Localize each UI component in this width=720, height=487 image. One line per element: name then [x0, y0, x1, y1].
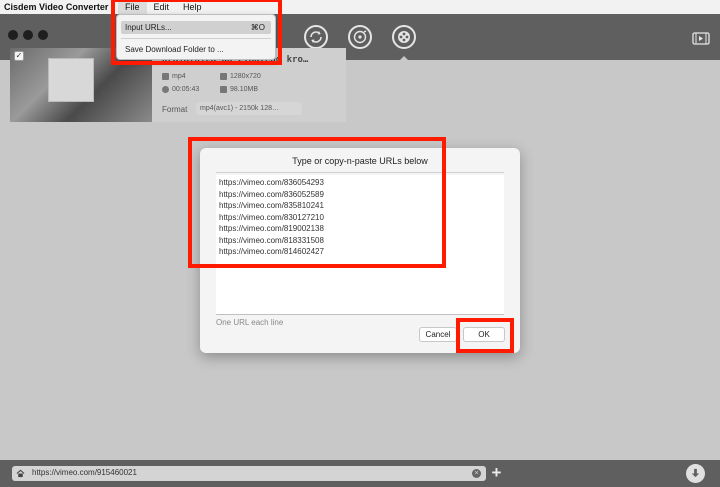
dialog-hint: One URL each line — [216, 318, 284, 327]
video-format: mp4 — [162, 73, 186, 80]
home-icon[interactable] — [16, 469, 25, 478]
app-name: Cisdem Video Converter — [4, 2, 109, 12]
format-select[interactable]: mp4(avc1) - 2150k 128… — [196, 102, 302, 115]
film-icon — [162, 73, 169, 80]
bottom-bar: https://vimeo.com/915460021 × + — [0, 460, 720, 487]
highlight-url-list — [188, 137, 446, 268]
select-checkbox[interactable]: ✓ — [14, 51, 24, 61]
url-text[interactable]: https://vimeo.com/915460021 — [32, 468, 137, 477]
resolution-icon — [220, 73, 227, 80]
active-tool-indicator — [400, 56, 408, 60]
highlight-ok-button — [456, 318, 514, 353]
video-resolution: 1280x720 — [220, 73, 261, 80]
video-duration: 00:05:43 — [162, 86, 199, 93]
download-size-icon — [220, 86, 227, 93]
arrow-down-icon — [691, 468, 700, 478]
rip-icon[interactable] — [348, 25, 372, 49]
convert-icon[interactable] — [304, 25, 328, 49]
window-controls — [8, 30, 48, 40]
app-root: Cisdem Video Converter File Edit Help ht… — [0, 0, 720, 487]
format-label: Format — [162, 105, 188, 114]
video-clip-icon[interactable] — [692, 30, 710, 46]
start-download-button[interactable] — [686, 464, 705, 483]
download-icon[interactable] — [392, 25, 416, 49]
close-window-button[interactable] — [8, 30, 18, 40]
url-field[interactable]: https://vimeo.com/915460021 × — [12, 466, 486, 481]
clear-icon[interactable]: × — [472, 469, 481, 478]
cancel-button[interactable]: Cancel — [419, 327, 457, 342]
add-url-button[interactable]: + — [489, 464, 504, 481]
thumbnail-overlay — [48, 58, 94, 102]
minimize-window-button[interactable] — [23, 30, 33, 40]
video-size: 98.10MB — [220, 86, 258, 93]
menu-bar: Cisdem Video Converter File Edit Help — [0, 0, 720, 14]
highlight-file-menu — [111, 0, 282, 65]
clock-icon — [162, 86, 169, 93]
zoom-window-button[interactable] — [38, 30, 48, 40]
